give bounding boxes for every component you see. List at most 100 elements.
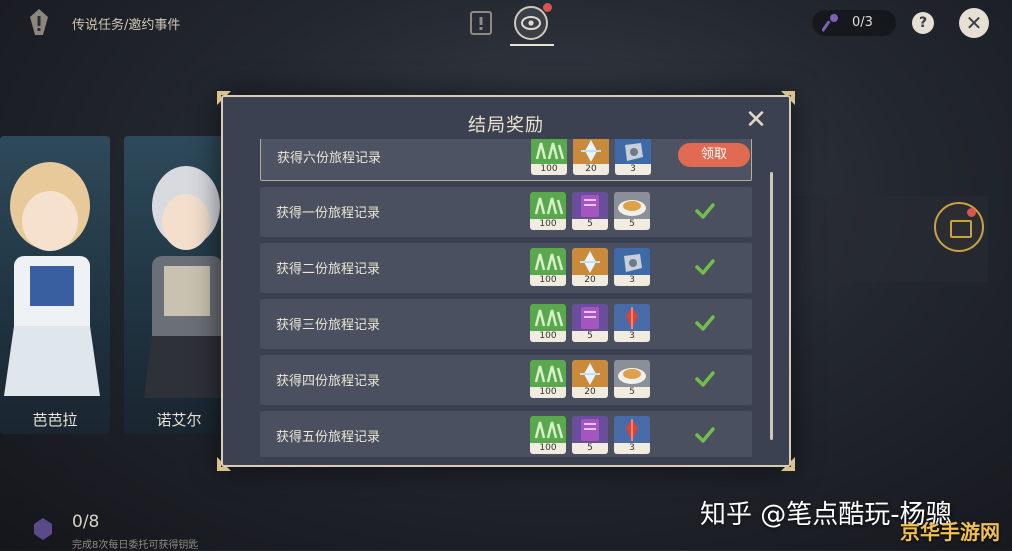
reward-count: 3 [614,443,650,454]
reward-count: 100 [530,443,566,454]
red-crystal-icon [614,416,650,444]
adventure-exp-icon [530,416,566,444]
primogem-icon [572,248,608,276]
primogem-icon [573,139,609,165]
reward-item[interactable]: 5 [614,360,650,398]
help-button[interactable]: ? [912,12,934,34]
reward-item[interactable]: 20 [572,360,608,398]
reward-item[interactable]: 3 [614,416,650,454]
reward-item[interactable]: 3 [615,139,651,175]
reward-item[interactable]: 20 [573,139,609,175]
reward-count: 20 [573,164,609,175]
close-screen-button[interactable]: ✕ [959,8,989,38]
ending-rewards-modal: 结局奖励 ✕ 获得六份旅程记录 100 20 3 领取 获得一份旅程记录 100 5 5 获得二份… [217,91,795,471]
corner-ornament-icon [781,457,795,471]
character-name: 诺艾尔 [156,411,202,429]
checkmark-icon [695,315,715,331]
active-tab-indicator [510,44,554,46]
commission-progress: 0/8 [72,512,100,532]
adventure-exp-icon [530,304,566,332]
checkmark-icon [695,259,715,275]
checkmark-icon [695,371,715,387]
top-bar: 传说任务/邀约事件 0/3 ? ✕ [0,0,1012,46]
reward-count: 5 [614,219,650,230]
reward-item[interactable]: 5 [572,416,608,454]
character-card-barbara[interactable]: 芭芭拉 [0,136,110,434]
reward-row-label: 获得二份旅程记录 [276,262,381,277]
checkmark-icon [695,427,715,443]
notification-dot [543,3,552,12]
notification-dot [967,208,976,217]
legend-quest-icon [30,9,48,35]
reward-row-label: 获得三份旅程记录 [276,318,381,333]
key-icon [34,518,52,540]
modal-title: 结局奖励 [468,115,544,136]
dish-icon [614,192,650,220]
reward-count: 100 [530,275,566,286]
reward-row: 获得一份旅程记录 100 5 5 [260,187,752,237]
reward-item[interactable]: 5 [572,192,608,230]
dish-icon [614,360,650,388]
reward-item[interactable]: 5 [572,304,608,342]
reward-item[interactable]: 100 [531,139,567,175]
reward-count: 100 [530,219,566,230]
reward-row-label: 获得六份旅程记录 [277,151,382,166]
reward-count: 3 [614,331,650,342]
breadcrumb: 传说任务/邀约事件 [72,18,181,33]
reward-count: 5 [614,387,650,398]
watermark-site: 京华手游网 [900,520,1000,544]
character-card-noelle[interactable]: 诺艾尔 [124,136,234,434]
tab-quest-book-icon[interactable] [468,10,494,36]
reward-count: 5 [572,219,608,230]
key-counter: 0/3 [812,10,896,36]
reward-item[interactable]: 100 [530,360,566,398]
reward-row: 获得三份旅程记录 100 5 3 [260,299,752,349]
reward-list[interactable]: 获得六份旅程记录 100 20 3 领取 获得一份旅程记录 100 5 5 获得二份旅程记录 100… [260,139,756,457]
character-name: 芭芭拉 [32,411,78,429]
reward-item[interactable]: 3 [614,304,650,342]
reward-item[interactable]: 100 [530,416,566,454]
claim-button[interactable]: 领取 [678,143,750,167]
talent-book-icon [572,304,608,332]
hero-wit-icon [614,248,650,276]
reward-count: 20 [572,275,608,286]
talent-book-icon [572,416,608,444]
scrollbar[interactable] [770,172,773,440]
modal-close-button[interactable]: ✕ [743,107,769,133]
chest-icon[interactable] [934,202,984,252]
key-icon [822,14,838,32]
corner-ornament-icon [781,91,795,105]
adventure-exp-icon [530,248,566,276]
reward-row: 获得二份旅程记录 100 20 3 [260,243,752,293]
reward-count: 100 [531,164,567,175]
reward-item[interactable]: 100 [530,192,566,230]
reward-count: 100 [530,331,566,342]
reward-row-label: 获得四份旅程记录 [276,374,381,389]
tab-event-icon[interactable] [514,6,548,40]
reward-row-label: 获得五份旅程记录 [276,430,381,445]
reward-count: 5 [572,443,608,454]
reward-item[interactable]: 100 [530,248,566,286]
reward-row: 获得四份旅程记录 100 20 5 [260,355,752,405]
reward-count: 5 [572,331,608,342]
reward-count: 3 [614,275,650,286]
reward-item[interactable]: 20 [572,248,608,286]
primogem-icon [572,360,608,388]
corner-ornament-icon [217,91,231,105]
adventure-exp-icon [531,139,567,165]
reward-item[interactable]: 3 [614,248,650,286]
commission-progress-desc: 完成8次每日委托可获得钥匙 [72,540,199,551]
reward-row-label: 获得一份旅程记录 [276,206,381,221]
reward-count: 3 [615,164,651,175]
character-portrait [144,166,230,398]
reward-item[interactable]: 100 [530,304,566,342]
adventure-exp-icon [530,360,566,388]
reward-row: 获得五份旅程记录 100 5 3 [260,411,752,457]
reward-count: 100 [530,387,566,398]
talent-book-icon [572,192,608,220]
reward-count: 20 [572,387,608,398]
hero-wit-icon [615,139,651,165]
character-portrait [4,162,100,396]
key-count: 0/3 [852,15,873,30]
reward-item[interactable]: 5 [614,192,650,230]
